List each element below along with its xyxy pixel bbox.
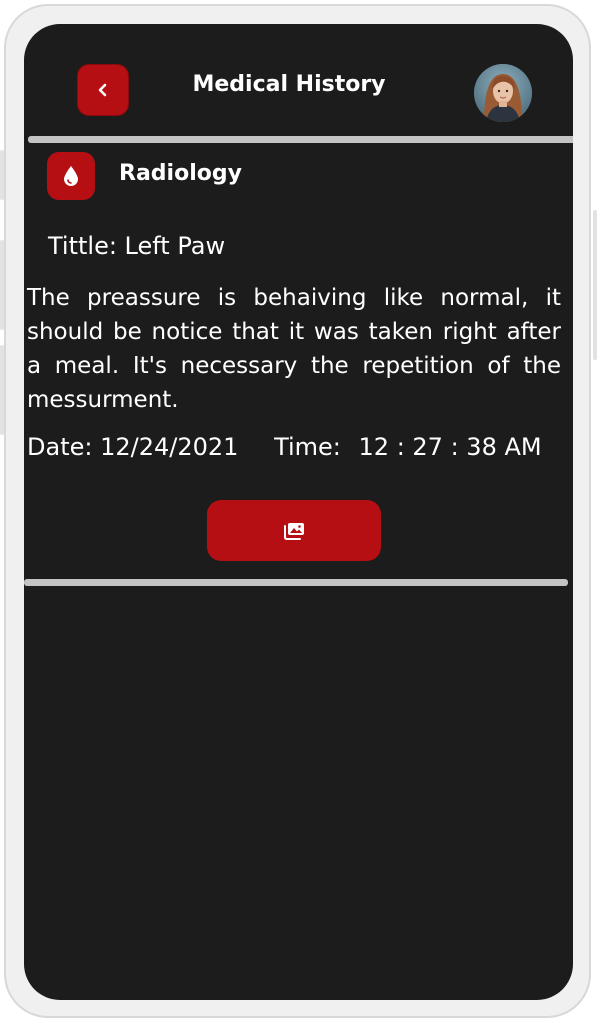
avatar[interactable] bbox=[474, 64, 532, 122]
category-badge bbox=[47, 152, 95, 200]
time-label: Time: bbox=[274, 433, 341, 461]
photo-gallery-icon bbox=[284, 522, 304, 540]
record-title: Tittle: Left Paw bbox=[48, 232, 226, 260]
bottom-divider bbox=[24, 579, 568, 586]
side-button bbox=[0, 150, 4, 200]
top-divider bbox=[28, 136, 573, 143]
side-button bbox=[593, 210, 597, 360]
user-avatar-icon bbox=[474, 64, 532, 122]
category-label: Radiology bbox=[119, 161, 242, 186]
date-value: 12/24/2021 bbox=[100, 433, 239, 461]
app-screen: Medical History Radiology Tittle: Left P… bbox=[24, 24, 573, 1000]
back-button[interactable] bbox=[77, 64, 129, 116]
date-label: Date: bbox=[27, 433, 93, 461]
view-images-button[interactable] bbox=[207, 500, 381, 561]
chevron-left-icon bbox=[98, 83, 107, 97]
blood-drop-icon bbox=[64, 166, 78, 186]
time-value: 12 : 27 : 38 AM bbox=[358, 433, 542, 461]
record-description: The preassure is behaiving like normal, … bbox=[27, 285, 561, 413]
page-title: Medical History bbox=[192, 72, 386, 97]
side-button bbox=[0, 240, 4, 330]
side-button bbox=[0, 345, 4, 435]
datetime-row: Date: 12/24/2021 Time: 12 : 27 : 38 AM bbox=[27, 433, 542, 461]
